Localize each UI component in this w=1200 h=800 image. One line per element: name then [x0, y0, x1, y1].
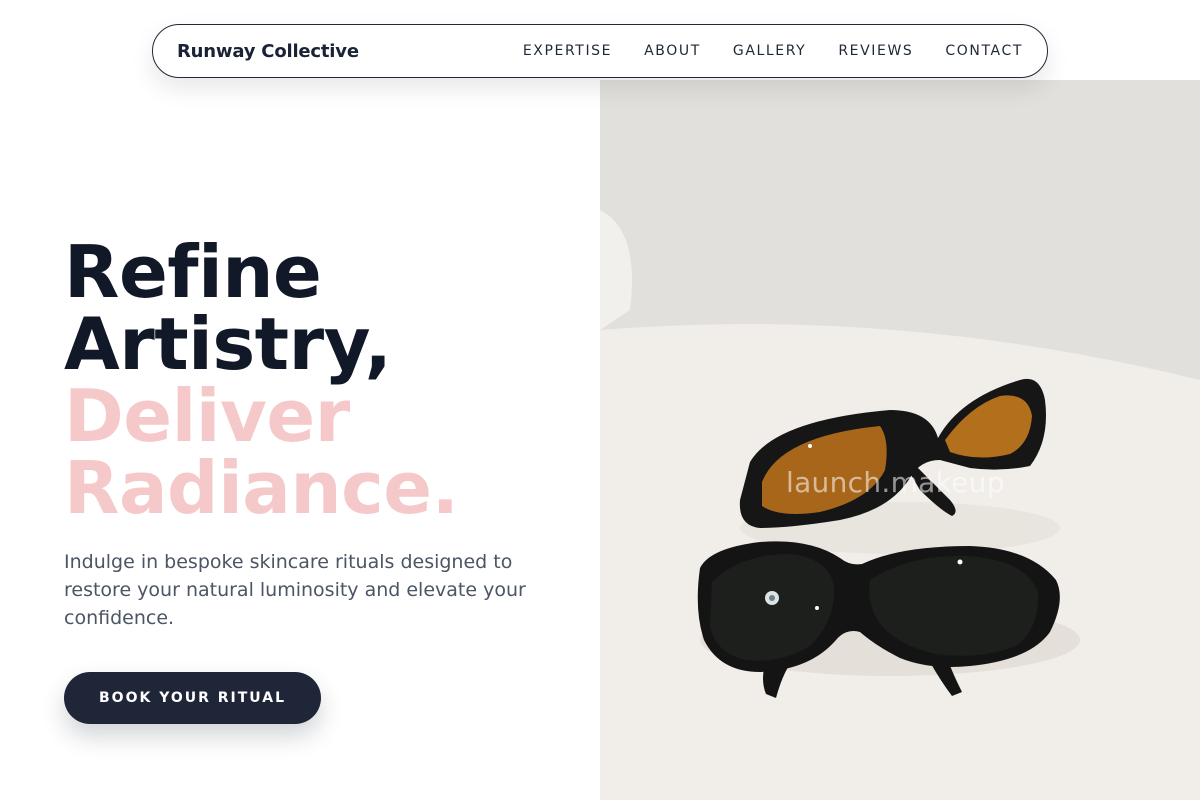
- headline-line-1: Refine: [64, 230, 322, 314]
- headline-line-2: Artistry,: [64, 302, 392, 386]
- headline-accent-line-2: Radiance.: [64, 446, 459, 530]
- hero-image: [600, 80, 1200, 800]
- hero-headline: Refine Artistry, Deliver Radiance.: [64, 236, 584, 524]
- headline-accent-line-1: Deliver: [64, 374, 350, 458]
- brand-logo[interactable]: Runway Collective: [177, 41, 359, 62]
- protective-eyewear-photo-icon: [600, 80, 1200, 800]
- nav-link-about[interactable]: ABOUT: [644, 43, 701, 59]
- nav-link-gallery[interactable]: GALLERY: [733, 43, 806, 59]
- nav-link-contact[interactable]: CONTACT: [945, 43, 1023, 59]
- nav-link-reviews[interactable]: REVIEWS: [838, 43, 913, 59]
- nav-link-expertise[interactable]: EXPERTISE: [523, 43, 612, 59]
- top-navigation: Runway Collective EXPERTISE ABOUT GALLER…: [152, 24, 1048, 78]
- image-watermark: launch.makeup: [786, 466, 1005, 499]
- nav-links: EXPERTISE ABOUT GALLERY REVIEWS CONTACT: [523, 43, 1023, 59]
- hero-subtext: Indulge in bespoke skincare rituals desi…: [64, 551, 526, 629]
- book-ritual-button[interactable]: BOOK YOUR RITUAL: [64, 672, 321, 724]
